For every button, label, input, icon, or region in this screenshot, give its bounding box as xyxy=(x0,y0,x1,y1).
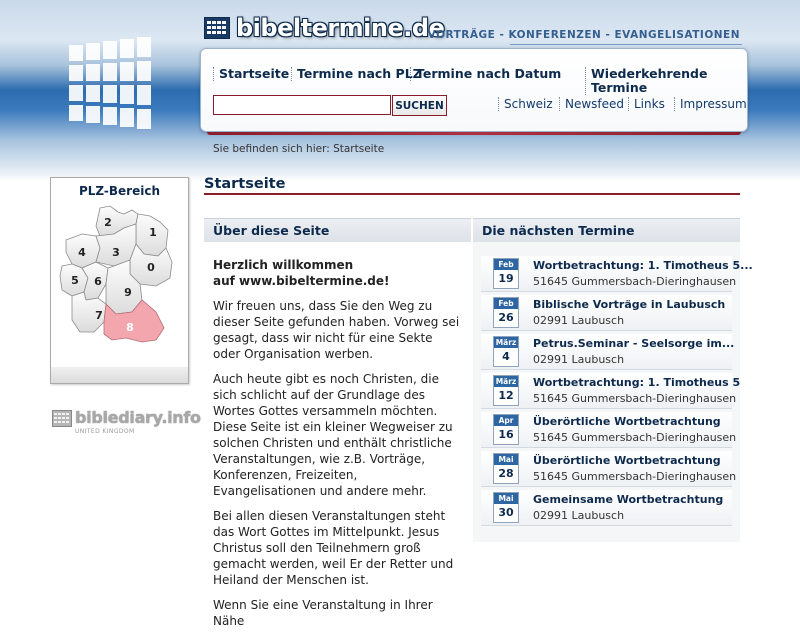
biblediary-subtitle: UNITED KINGDOM xyxy=(75,428,135,435)
intro-paragraph-4: Wenn Sie eine Veranstaltung in Ihrer Näh… xyxy=(213,598,433,628)
event-title[interactable]: Wortbetrachtung: 1. Timotheus 5... xyxy=(533,259,753,272)
calendar-date-icon: Feb 26 xyxy=(493,297,519,328)
event-item[interactable]: Apr 16 Überörtliche Wortbetrachtung 5164… xyxy=(481,412,736,448)
breadcrumb: Sie befinden sich hier: Startseite xyxy=(213,143,385,155)
calendar-icon xyxy=(204,17,230,39)
plz-label-0: 0 xyxy=(147,261,155,274)
about-heading: Über diese Seite xyxy=(204,218,471,242)
plz-label-3: 3 xyxy=(112,246,120,259)
germany-plz-map: 2 1 4 3 0 5 6 9 7 8 xyxy=(59,205,173,343)
calendar-date-icon: Mai 28 xyxy=(493,453,519,484)
calendar-date-icon: Mai 30 xyxy=(493,492,519,523)
calendar-date-icon: März 4 xyxy=(493,336,519,367)
intro-paragraph-1: Wir freuen uns, dass Sie den Weg zu dies… xyxy=(213,299,460,361)
nav-schweiz[interactable]: Schweiz xyxy=(498,97,553,111)
navigation-box: Startseite Termine nach PLZ Termine nach… xyxy=(200,48,748,135)
event-item[interactable]: Feb 19 Wortbetrachtung: 1. Timotheus 5..… xyxy=(481,256,753,292)
event-place: 51645 Gummersbach-Dieringhausen xyxy=(533,431,737,444)
event-month: März xyxy=(494,337,518,348)
title-divider xyxy=(204,193,740,195)
calendar-grid-logo-icon xyxy=(69,37,151,129)
plz-label-5: 5 xyxy=(71,274,79,287)
plz-label-2: 2 xyxy=(104,216,112,229)
plz-label-8: 8 xyxy=(126,321,134,334)
event-title[interactable]: Gemeinsame Wortbetrachtung xyxy=(533,493,723,506)
biblediary-logo[interactable]: biblediary.info xyxy=(52,409,201,427)
page-title: Startseite xyxy=(204,176,286,192)
event-title[interactable]: Biblische Vorträge in Laubusch xyxy=(533,298,725,311)
search-input[interactable] xyxy=(213,95,391,115)
event-month: Mai xyxy=(494,493,518,504)
plz-label-9: 9 xyxy=(124,286,132,299)
event-item[interactable]: März 12 Wortbetrachtung: 1. Timotheus 5 … xyxy=(481,373,740,409)
event-item[interactable]: Mai 30 Gemeinsame Wortbetrachtung 02991 … xyxy=(481,490,732,526)
nav-newsfeed[interactable]: Newsfeed xyxy=(559,97,624,111)
plz-title: PLZ-Bereich xyxy=(78,184,161,198)
event-title[interactable]: Überörtliche Wortbetrachtung xyxy=(533,415,721,428)
plz-box-footer xyxy=(51,367,188,383)
intro-paragraph-3: Bei allen diesen Veranstaltungen steht d… xyxy=(213,509,454,587)
event-place: 02991 Laubusch xyxy=(533,353,625,366)
calendar-date-icon: Apr 16 xyxy=(493,414,519,445)
event-place: 02991 Laubusch xyxy=(533,509,625,522)
biblediary-title: biblediary.info xyxy=(75,408,201,427)
events-heading: Die nächsten Termine xyxy=(473,218,740,242)
nav-links[interactable]: Links xyxy=(628,97,665,111)
plz-label-4: 4 xyxy=(78,246,86,259)
intro-paragraph-2: Auch heute gibt es noch Christen, die si… xyxy=(213,372,453,498)
event-day: 16 xyxy=(498,428,514,441)
tagline: VORTRÄGE - KONFERENZEN - EVANGELISATIONE… xyxy=(427,29,740,41)
event-month: Feb xyxy=(494,259,518,270)
plz-label-7: 7 xyxy=(95,309,103,322)
plz-label-1: 1 xyxy=(149,226,157,239)
event-title[interactable]: Petrus.Seminar - Seelsorge im... xyxy=(533,337,734,350)
event-title[interactable]: Wortbetrachtung: 1. Timotheus 5 xyxy=(533,376,740,389)
event-day: 30 xyxy=(498,506,514,519)
event-day: 19 xyxy=(498,272,514,285)
event-month: Apr xyxy=(494,415,518,426)
site-logo[interactable]: bibeltermine.de xyxy=(204,14,445,42)
event-month: März xyxy=(494,376,518,387)
nav-termine-nach-plz[interactable]: Termine nach PLZ xyxy=(291,67,422,81)
site-title: bibeltermine.de xyxy=(236,14,445,42)
greeting: Herzlich willkommen auf www.bibeltermine… xyxy=(213,257,461,289)
event-place: 51645 Gummersbach-Dieringhausen xyxy=(533,275,737,288)
welcome-text: Herzlich willkommen auf www.bibeltermine… xyxy=(213,257,461,638)
event-place: 51645 Gummersbach-Dieringhausen xyxy=(533,470,737,483)
nav-wiederkehrende-termine[interactable]: Wiederkehrende Termine xyxy=(585,67,747,95)
greeting-line-1: Herzlich willkommen xyxy=(213,258,354,272)
nav-startseite[interactable]: Startseite xyxy=(213,67,289,81)
event-day: 26 xyxy=(498,311,514,324)
nav-termine-nach-datum[interactable]: Termine nach Datum xyxy=(410,67,561,81)
search-button[interactable]: SUCHEN xyxy=(392,95,447,116)
event-item[interactable]: Mai 28 Überörtliche Wortbetrachtung 5164… xyxy=(481,451,736,487)
event-place: 51645 Gummersbach-Dieringhausen xyxy=(533,392,737,405)
event-day: 28 xyxy=(498,467,514,480)
event-item[interactable]: März 4 Petrus.Seminar - Seelsorge im... … xyxy=(481,334,734,370)
calendar-date-icon: März 12 xyxy=(493,375,519,406)
calendar-icon xyxy=(52,410,72,427)
greeting-line-2: auf www.bibeltermine.de! xyxy=(213,274,390,288)
main-navigation: Startseite Termine nach PLZ Termine nach… xyxy=(201,67,747,95)
plz-label-6: 6 xyxy=(94,275,102,288)
calendar-date-icon: Feb 19 xyxy=(493,258,519,289)
event-month: Mai xyxy=(494,454,518,465)
nav-impressum[interactable]: Impressum xyxy=(674,97,747,111)
plz-region-box: PLZ-Bereich 2 1 4 3 0 5 6 9 7 8 xyxy=(50,177,189,384)
tagline-divider xyxy=(510,44,742,45)
event-day: 4 xyxy=(502,350,510,363)
event-day: 12 xyxy=(498,389,514,402)
event-month: Feb xyxy=(494,298,518,309)
event-item[interactable]: Feb 26 Biblische Vorträge in Laubusch 02… xyxy=(481,295,732,331)
event-place: 02991 Laubusch xyxy=(533,314,625,327)
event-title[interactable]: Überörtliche Wortbetrachtung xyxy=(533,454,721,467)
